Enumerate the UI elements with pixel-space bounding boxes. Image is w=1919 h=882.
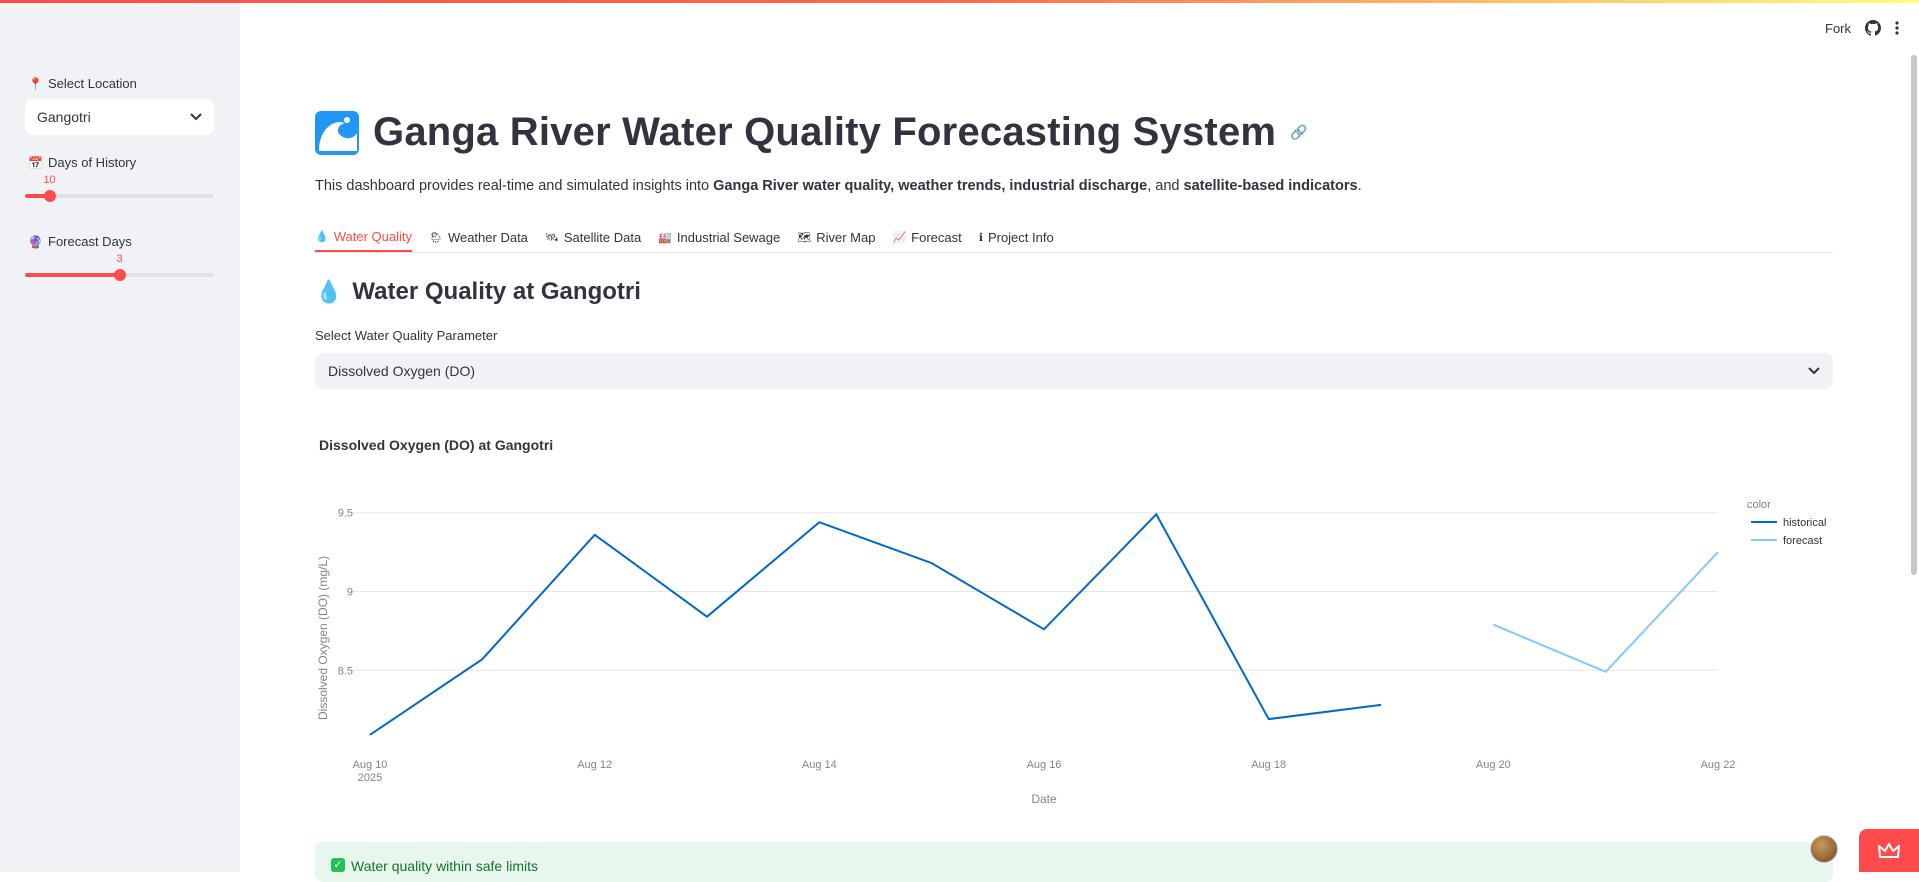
do-chart: Dissolved Oxygen (DO) at Gangotri 8.5 9 9.5…: [315, 430, 1833, 835]
forecast-slider[interactable]: 3: [25, 253, 214, 281]
param-label: Select Water Quality Parameter: [315, 328, 498, 343]
success-alert: ✓ Water quality within safe limits: [315, 842, 1833, 882]
check-icon: ✓: [331, 858, 345, 872]
param-value: Dissolved Oxygen (DO): [328, 363, 476, 379]
x-tick-label: Aug 18: [1251, 759, 1286, 771]
pin-icon: 📍: [28, 76, 43, 91]
param-select[interactable]: Dissolved Oxygen (DO): [315, 353, 1833, 389]
scrollbar[interactable]: [1911, 55, 1917, 575]
location-select[interactable]: Gangotri: [25, 99, 214, 135]
tab-icon: 📈: [892, 231, 907, 244]
x-tick-label: Aug 16: [1027, 759, 1062, 771]
header-actions: Fork: [1825, 20, 1899, 36]
tab-icon: 💧: [315, 230, 329, 243]
tab-icon: 🗺: [797, 231, 812, 244]
link-icon[interactable]: 🔗: [1290, 124, 1307, 141]
forecast-slider-value: 3: [116, 253, 123, 265]
page-title: Ganga River Water Quality Forecasting Sy…: [315, 110, 1308, 155]
tab-icon: 🛰: [544, 231, 559, 244]
crystal-ball-icon: 🔮: [28, 234, 43, 249]
streamlit-crown-button[interactable]: [1859, 829, 1919, 872]
tab-water-quality[interactable]: 💧 Water Quality: [315, 222, 412, 252]
x-tick-label: Aug 12: [577, 759, 612, 771]
github-icon[interactable]: [1865, 20, 1881, 36]
legend-label-forecast: forecast: [1783, 535, 1822, 547]
tab-icon: 🌦: [428, 231, 443, 244]
wave-icon: [315, 110, 359, 155]
tab-label: Water Quality: [333, 228, 412, 244]
tab-label: Project Info: [987, 229, 1054, 245]
tab-weather-data[interactable]: 🌦 Weather Data: [429, 222, 528, 252]
tab-forecast[interactable]: 📈 Forecast: [892, 222, 961, 252]
tab-project-info[interactable]: ℹ Project Info: [979, 222, 1054, 252]
y-tick-label: 9.5: [338, 508, 353, 520]
chevron-down-icon: [190, 113, 202, 121]
x-tick-label: Aug 14: [802, 759, 837, 771]
forecast-slider-fill: [25, 273, 120, 277]
series-line-forecast: [1492, 551, 1719, 673]
chart-title: Dissolved Oxygen (DO) at Gangotri: [319, 437, 553, 453]
history-slider-thumb[interactable]: [43, 190, 56, 202]
more-vertical-icon[interactable]: [1895, 21, 1899, 35]
y-axis-label: Dissolved Oxygen (DO) (mg/L): [316, 556, 330, 720]
tab-industrial-sewage[interactable]: 🏭 Industrial Sewage: [658, 222, 780, 252]
y-tick-label: 8.5: [338, 665, 353, 677]
tab-label: Industrial Sewage: [676, 229, 781, 245]
page-description: This dashboard provides real-time and si…: [315, 178, 1362, 194]
tab-icon: ℹ: [978, 231, 983, 244]
tab-bar: 💧 Water Quality 🌦 Weather Data 🛰 Satellite Da…: [315, 222, 1833, 253]
forecast-slider-thumb[interactable]: [113, 269, 126, 281]
tab-label: Forecast: [911, 229, 962, 245]
x-tick-label: Aug 22: [1701, 759, 1736, 771]
tab-label: River Map: [816, 229, 876, 245]
top-decoration-bar: [0, 0, 1919, 3]
history-label: 📅 Days of History: [28, 155, 137, 170]
location-value: Gangotri: [37, 109, 91, 125]
do-chart-svg: Dissolved Oxygen (DO) at Gangotri 8.5 9 9.5…: [316, 437, 1826, 806]
history-slider[interactable]: 10: [25, 174, 214, 202]
tab-satellite-data[interactable]: 🛰 Satellite Data: [545, 222, 641, 252]
tab-icon: 🏭: [658, 231, 672, 244]
crown-icon: [1878, 842, 1900, 858]
droplet-icon: 💧: [315, 279, 343, 304]
tab-label: Weather Data: [447, 229, 528, 245]
chevron-down-icon: [1808, 367, 1820, 375]
tab-label: Satellite Data: [563, 229, 642, 245]
y-tick-label: 9: [347, 586, 353, 598]
tab-river-map[interactable]: 🗺 River Map: [797, 222, 875, 252]
page-title-text: Ganga River Water Quality Forecasting Sy…: [373, 110, 1277, 154]
sidebar: 📍 Select Location Gangotri 📅 Days of His…: [0, 0, 240, 872]
legend-title: color: [1747, 499, 1771, 511]
forecast-label: 🔮 Forecast Days: [28, 234, 132, 249]
x-tick-sublabel: 2025: [358, 772, 382, 784]
x-tick-label: Aug 10: [353, 759, 388, 771]
avatar[interactable]: [1810, 835, 1838, 863]
x-tick-label: Aug 20: [1476, 759, 1511, 771]
calendar-icon: 📅: [28, 155, 43, 170]
location-label: 📍 Select Location: [28, 76, 137, 91]
section-title: 💧 Water Quality at Gangotri: [315, 278, 641, 305]
series-line-historical: [369, 512, 1382, 736]
history-slider-value: 10: [43, 174, 56, 186]
legend-label-historical: historical: [1783, 517, 1826, 529]
fork-link[interactable]: Fork: [1825, 21, 1851, 36]
x-axis-label: Date: [1031, 792, 1057, 806]
